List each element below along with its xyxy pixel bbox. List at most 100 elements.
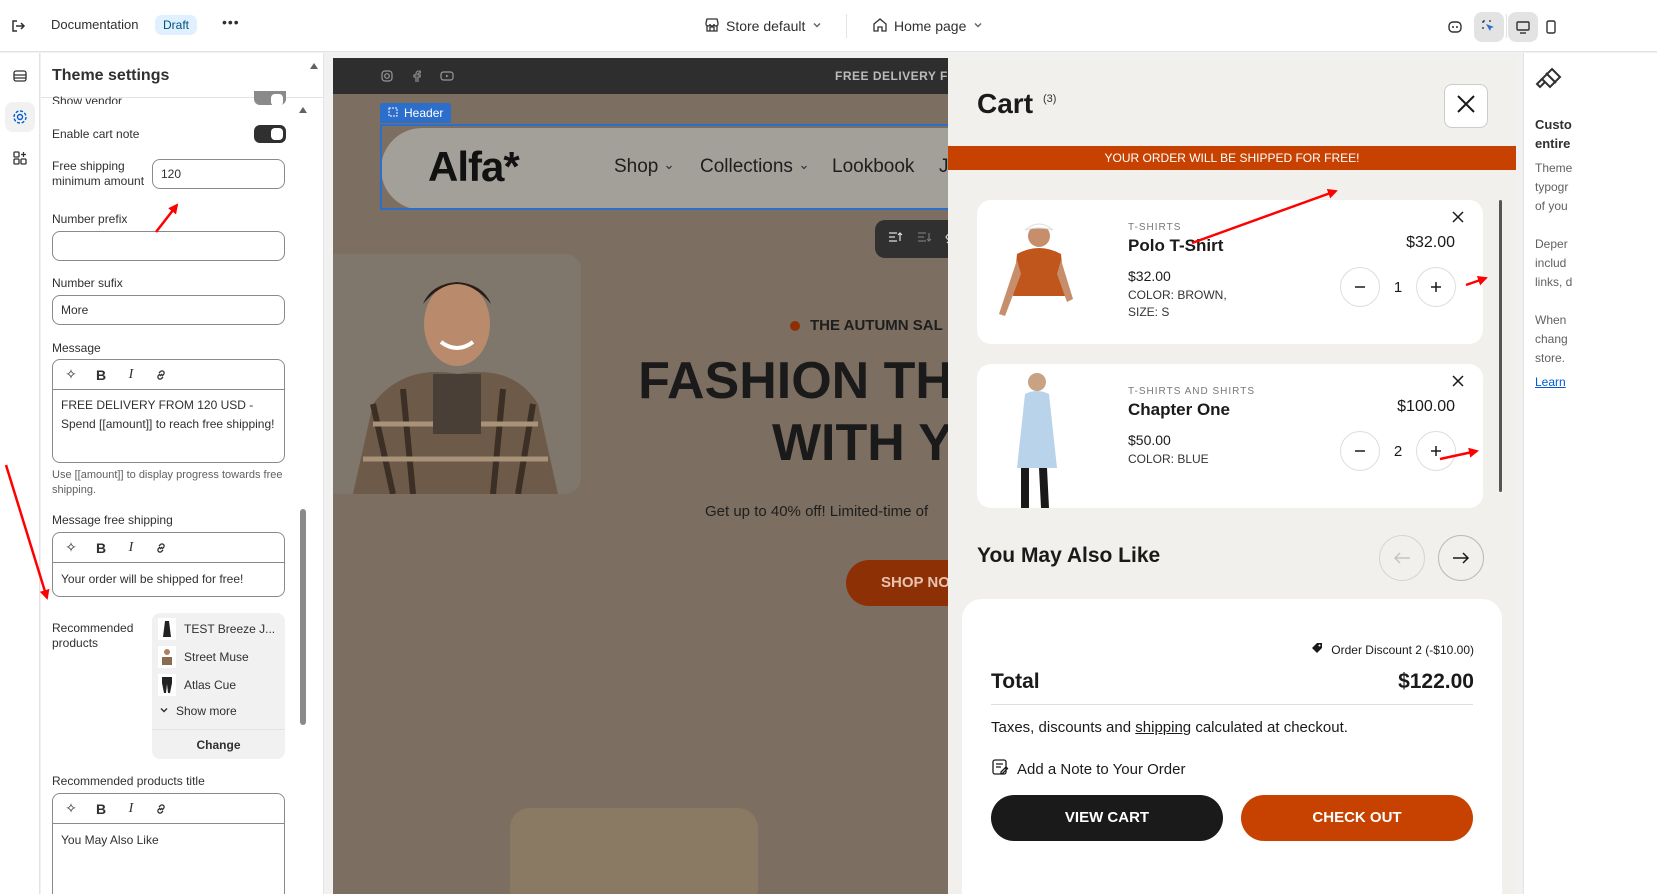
- link-icon[interactable]: [153, 367, 169, 383]
- header-tag-label: Header: [404, 106, 444, 120]
- item-variant: SIZE: S: [1128, 305, 1170, 319]
- rside-text: When: [1535, 313, 1567, 327]
- theme-settings-icon[interactable]: [5, 102, 35, 132]
- italic-icon[interactable]: I: [123, 540, 139, 556]
- more-actions-button[interactable]: •••: [222, 14, 240, 30]
- sections-icon[interactable]: [5, 61, 35, 91]
- free-shipping-bar: YOUR ORDER WILL BE SHIPPED FOR FREE!: [948, 146, 1516, 170]
- decrease-qty-button[interactable]: [1340, 267, 1380, 307]
- bold-icon[interactable]: B: [93, 540, 109, 556]
- home-icon: [872, 17, 888, 36]
- increase-qty-button[interactable]: [1416, 431, 1456, 471]
- store-preview: FREE DELIVERY FRO Alfa* Shop Collections…: [333, 58, 1516, 894]
- top-bar: Documentation Draft ••• Store default Ho…: [0, 0, 1657, 52]
- next-arrow-button[interactable]: [1438, 535, 1484, 581]
- inspector-icon[interactable]: [1474, 12, 1504, 42]
- italic-icon[interactable]: I: [123, 367, 139, 383]
- bold-icon[interactable]: B: [93, 801, 109, 817]
- apps-icon[interactable]: [5, 143, 35, 173]
- taxes-note: Taxes, discounts and shipping calculated…: [991, 719, 1348, 736]
- product-thumb: [158, 646, 176, 668]
- list-item-label: Atlas Cue: [184, 678, 237, 692]
- rside-title-line: Custo: [1535, 117, 1572, 132]
- desktop-view-icon[interactable]: [1508, 12, 1538, 42]
- list-item[interactable]: Atlas Cue: [158, 673, 236, 697]
- rec-title-editor[interactable]: ✧ B I You May Also Like: [52, 793, 285, 894]
- right-sidebar: Custo entire Theme typogr of you Deper in…: [1523, 53, 1657, 894]
- cart-drawer: Cart (3) YOUR ORDER WILL BE SHIPPED FOR …: [948, 58, 1516, 894]
- hero-title: FASHION TH WITH Y: [633, 350, 953, 474]
- store-select-label: Store default: [726, 18, 806, 34]
- order-discount: Order Discount 2 (-$10.00): [1311, 642, 1474, 657]
- checkout-button[interactable]: CHECK OUT: [1241, 795, 1473, 841]
- panel-scrollbar[interactable]: [300, 509, 306, 725]
- number-prefix-input[interactable]: [52, 231, 285, 261]
- total-value: $122.00: [1398, 670, 1474, 693]
- facebook-icon[interactable]: [411, 69, 423, 87]
- view-cart-button[interactable]: VIEW CART: [991, 795, 1223, 841]
- cart-item: T-SHIRTS Polo T-Shirt $32.00 COLOR: BROW…: [977, 200, 1483, 344]
- page-select[interactable]: Home page: [872, 14, 984, 38]
- ai-magic-icon[interactable]: ✧: [63, 366, 79, 383]
- ai-assistant-icon[interactable]: [1440, 12, 1470, 42]
- show-vendor-toggle[interactable]: [254, 91, 286, 106]
- increase-qty-button[interactable]: [1416, 267, 1456, 307]
- cart-item: T-SHIRTS AND SHIRTS Chapter One $50.00 C…: [977, 364, 1483, 508]
- number-sufix-input[interactable]: More: [52, 295, 285, 325]
- learn-more-link[interactable]: Learn: [1535, 375, 1566, 389]
- message-hint: Use [[amount]] to display progress towar…: [52, 469, 283, 496]
- enable-cart-note-toggle[interactable]: [254, 125, 286, 143]
- link-icon[interactable]: [153, 801, 169, 817]
- ai-magic-icon[interactable]: ✧: [63, 800, 79, 817]
- rside-text: typogr: [1535, 180, 1569, 194]
- show-more-button[interactable]: Show more: [158, 699, 237, 723]
- message-editor[interactable]: ✧ B I FREE DELIVERY FROM 120 USD - Spend…: [52, 359, 285, 463]
- store-select[interactable]: Store default: [704, 14, 823, 38]
- list-item[interactable]: Street Muse: [158, 645, 249, 669]
- exit-icon[interactable]: [8, 16, 28, 36]
- bold-icon[interactable]: B: [93, 367, 109, 383]
- move-up-icon[interactable]: [887, 230, 903, 249]
- change-button[interactable]: Change: [152, 729, 285, 759]
- instagram-icon[interactable]: [381, 69, 393, 87]
- free-shipping-input[interactable]: 120: [152, 159, 285, 189]
- rside-title-line: entire: [1535, 136, 1571, 151]
- cart-scrollbar[interactable]: [1499, 200, 1502, 492]
- add-note-button[interactable]: Add a Note to Your Order: [991, 758, 1185, 780]
- mobile-view-icon[interactable]: [1536, 12, 1566, 42]
- scroll-up-icon[interactable]: [298, 101, 308, 119]
- message-free-editor[interactable]: ✧ B I Your order will be shipped for fre…: [52, 532, 285, 597]
- ai-magic-icon[interactable]: ✧: [63, 539, 79, 556]
- shipping-link[interactable]: shipping: [1135, 719, 1191, 736]
- theme-name: Documentation: [51, 17, 139, 32]
- prev-arrow-button[interactable]: [1379, 535, 1425, 581]
- cart-close-button[interactable]: [1444, 84, 1488, 128]
- show-vendor-label: Show vendor: [52, 94, 123, 104]
- youtube-icon[interactable]: [440, 69, 454, 87]
- rside-text: chang: [1535, 332, 1568, 346]
- italic-icon[interactable]: I: [123, 801, 139, 817]
- rside-text: links, d: [1535, 275, 1573, 289]
- enable-cart-note-label: Enable cart note: [52, 127, 140, 141]
- link-icon[interactable]: [153, 540, 169, 556]
- move-down-icon[interactable]: [916, 230, 932, 249]
- remove-item-icon[interactable]: [1451, 374, 1465, 388]
- theme-settings-panel: Theme settings Show vendor Enable cart n…: [41, 53, 324, 894]
- rside-text: of you: [1535, 199, 1568, 213]
- rside-text: includ: [1535, 256, 1567, 270]
- remove-item-icon[interactable]: [1451, 210, 1465, 224]
- rside-text: Deper: [1535, 237, 1568, 251]
- note-icon: [991, 758, 1009, 780]
- decrease-qty-button[interactable]: [1340, 431, 1380, 471]
- draft-badge: Draft: [155, 15, 198, 35]
- item-name[interactable]: Polo T-Shirt: [1128, 236, 1223, 256]
- list-item[interactable]: TEST Breeze J...: [158, 617, 275, 641]
- taxes-post: calculated at checkout.: [1191, 719, 1348, 736]
- header-section-tag[interactable]: Header: [380, 103, 452, 123]
- cart-count: (3): [1043, 93, 1057, 105]
- item-name[interactable]: Chapter One: [1128, 400, 1230, 420]
- scroll-up-icon[interactable]: [309, 57, 319, 75]
- tag-icon: [1311, 642, 1323, 657]
- hero-dot: [790, 320, 800, 331]
- rside-title: Custo entire: [1535, 115, 1572, 153]
